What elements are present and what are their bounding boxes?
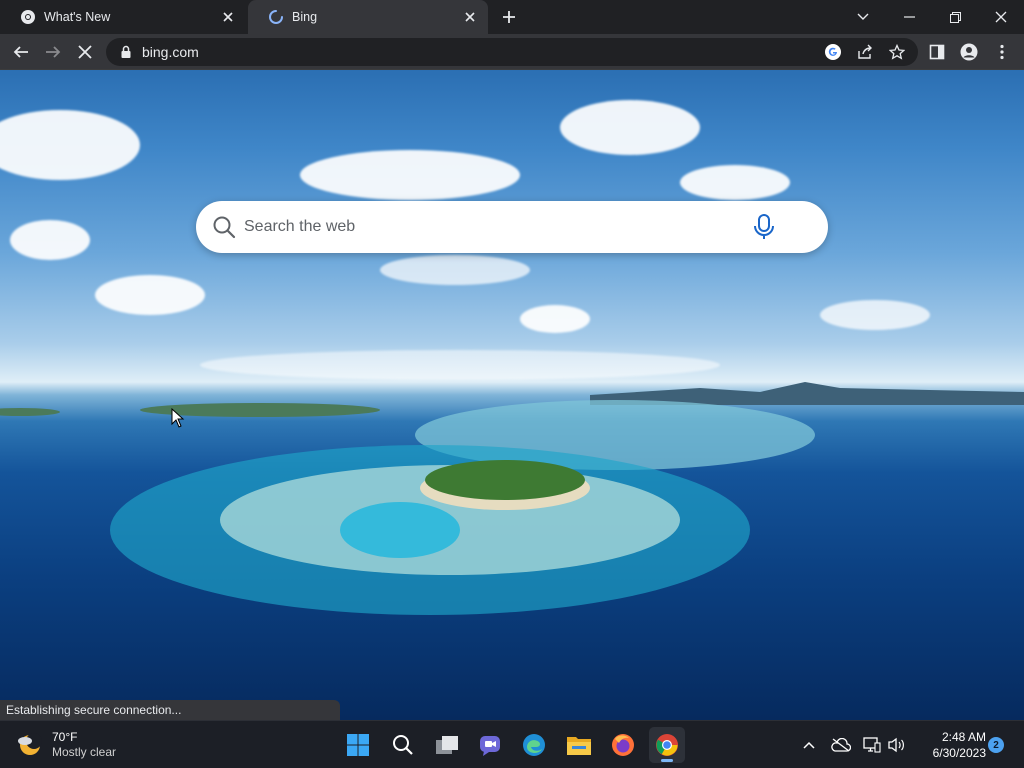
network-button[interactable] (860, 731, 884, 759)
chevron-down-icon (857, 13, 869, 20)
tab-whats-new[interactable]: What's New (0, 0, 246, 34)
browser-toolbar: bing.com (0, 34, 1024, 70)
clock-date: 6/30/2023 (932, 746, 986, 760)
restore-button[interactable] (932, 0, 978, 34)
file-explorer-button[interactable] (561, 727, 597, 763)
restore-icon (949, 11, 961, 23)
google-icon[interactable] (824, 43, 842, 61)
island-scene (0, 382, 1024, 615)
tab-close-icon[interactable] (220, 9, 236, 25)
tab-title: What's New (44, 10, 111, 24)
plus-icon (503, 11, 515, 23)
share-icon[interactable] (856, 43, 874, 61)
bing-page: Establishing secure connection... (0, 70, 1024, 720)
tab-bing[interactable]: Bing (248, 0, 488, 34)
side-panel-icon (929, 44, 945, 60)
tab-search-button[interactable] (840, 0, 886, 34)
search-box[interactable] (196, 201, 828, 253)
show-hidden-icons-button[interactable] (797, 731, 821, 759)
loading-spinner-icon (269, 10, 283, 24)
volume-icon (888, 737, 904, 753)
menu-button[interactable] (989, 39, 1015, 65)
minimize-button[interactable] (886, 0, 932, 34)
profile-button[interactable] (956, 39, 982, 65)
system-clock[interactable]: 2:48 AM 6/30/2023 (916, 729, 986, 761)
chrome-taskbar-button[interactable] (649, 727, 685, 763)
close-window-button[interactable] (978, 0, 1024, 34)
firefox-button[interactable] (605, 727, 641, 763)
stop-loading-button[interactable] (72, 39, 98, 65)
firefox-icon (612, 734, 634, 756)
minimize-icon (903, 16, 915, 18)
start-button[interactable] (340, 727, 376, 763)
url-text[interactable]: bing.com (142, 44, 199, 60)
tab-title: Bing (292, 10, 318, 24)
weather-text: 70°F Mostly clear (52, 730, 116, 760)
teams-chat-icon (480, 736, 500, 756)
search-input[interactable] (244, 213, 744, 241)
tab-strip: What's New Bing (0, 0, 1024, 34)
lock-icon[interactable] (118, 44, 134, 60)
star-icon[interactable] (888, 43, 906, 61)
close-icon (995, 11, 1007, 23)
weather-widget[interactable]: 70°F Mostly clear (16, 729, 116, 761)
search-icon (213, 216, 236, 239)
forward-icon (46, 46, 61, 58)
edge-button[interactable] (516, 727, 552, 763)
taskbar-search-button[interactable] (385, 727, 421, 763)
stop-loading-icon (78, 45, 92, 59)
teams-chat-button[interactable] (472, 727, 508, 763)
file-explorer-icon (567, 737, 591, 755)
chevron-up-icon (803, 741, 815, 749)
menu-icon (1000, 44, 1004, 60)
back-icon (13, 46, 28, 58)
tab-close-icon[interactable] (462, 9, 478, 25)
volume-button[interactable] (884, 731, 908, 759)
forward-button[interactable] (40, 39, 66, 65)
weather-condition: Mostly clear (52, 745, 117, 759)
profile-icon (960, 43, 978, 61)
windows-start-icon (347, 734, 369, 756)
weather-moon-cloud-icon (18, 733, 42, 755)
new-tab-button[interactable] (498, 6, 520, 28)
task-view-button[interactable] (429, 727, 465, 763)
mouse-cursor-icon (171, 408, 185, 428)
back-button[interactable] (8, 39, 34, 65)
side-panel-button[interactable] (924, 39, 950, 65)
notification-badge[interactable]: 2 (988, 737, 1004, 753)
edge-icon (523, 734, 545, 756)
network-icon (863, 737, 881, 753)
taskbar: 70°F Mostly clear 2:48 AM 6/30/2023 2 (0, 720, 1024, 768)
microphone-icon[interactable] (752, 213, 776, 241)
search-icon (393, 735, 413, 755)
onedrive-button[interactable] (829, 731, 853, 759)
clock-time: 2:48 AM (941, 730, 986, 744)
status-bubble: Establishing secure connection... (0, 700, 340, 720)
onedrive-offline-icon (831, 738, 851, 752)
weather-temp: 70°F (52, 730, 78, 744)
chrome-icon (21, 10, 35, 24)
task-view-icon (436, 736, 458, 754)
address-bar[interactable]: bing.com (106, 38, 918, 66)
chrome-icon (656, 734, 678, 756)
